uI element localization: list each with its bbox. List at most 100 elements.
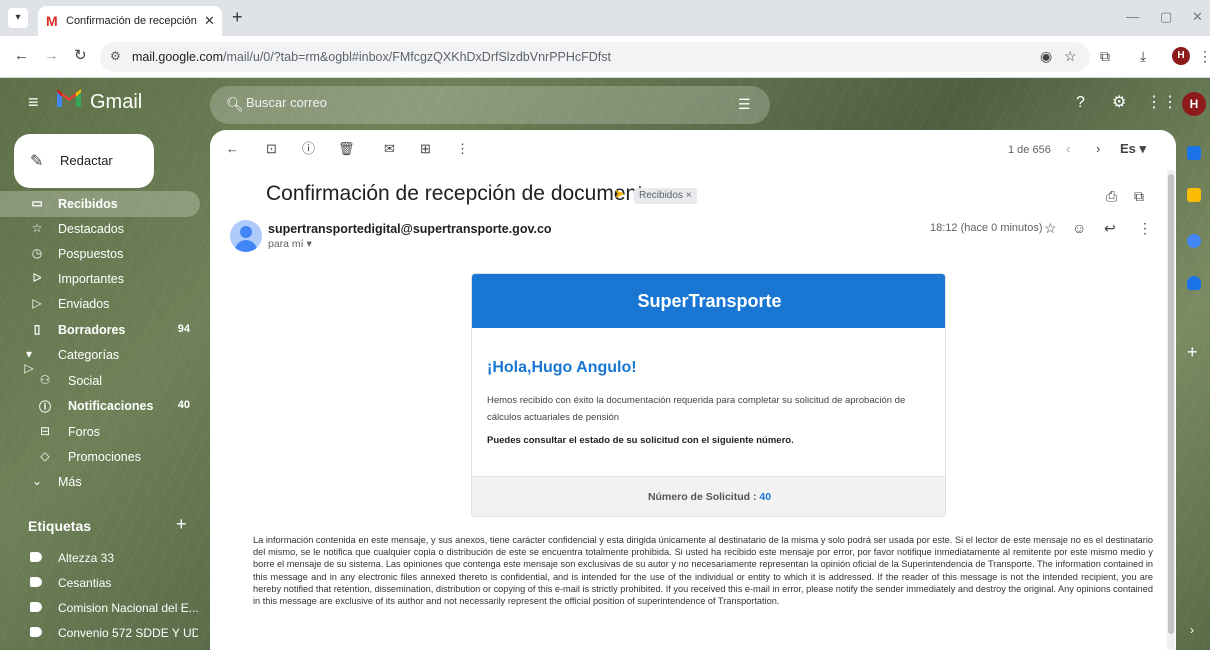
request-label: Número de Solicitud : xyxy=(647,491,757,503)
contacts-icon[interactable] xyxy=(1187,276,1201,290)
sender-avatar xyxy=(230,220,262,252)
more-options-icon[interactable]: ⋮ xyxy=(456,142,469,156)
sidebar-item-important[interactable]: ᐅ Importantes xyxy=(0,266,200,292)
label-tag-icon xyxy=(30,552,42,562)
restore-icon[interactable]: ▢ xyxy=(1160,9,1172,25)
sidebar-item-forums[interactable]: ⊟ Foros xyxy=(0,419,200,445)
search-bar[interactable]: 🔍︎ ☰ xyxy=(210,86,770,124)
gmail-wordmark: Gmail xyxy=(90,91,143,113)
label-tag-icon xyxy=(30,627,42,637)
show-side-panel-icon[interactable]: › xyxy=(1190,623,1194,637)
add-label-button[interactable]: + xyxy=(176,514,187,535)
browser-menu-icon[interactable]: ⋮ xyxy=(1198,48,1210,64)
email-subject: Confirmación de recepción de documentos xyxy=(266,182,666,205)
search-options-icon[interactable]: ☰ xyxy=(738,96,751,113)
legal-disclaimer: La información contenida en este mensaje… xyxy=(253,535,1153,607)
clock-icon: ◷ xyxy=(31,246,43,260)
compose-button[interactable]: ✎ Redactar xyxy=(14,134,154,188)
card-body-text: Hemos recibido con éxito la documentació… xyxy=(487,395,906,423)
star-message-icon[interactable]: ☆ xyxy=(1044,220,1057,237)
browser-profile-avatar[interactable]: H xyxy=(1172,47,1190,65)
sidebar-item-categories[interactable]: ▾ ▷ Categorías xyxy=(0,342,200,375)
new-tab-button[interactable]: + xyxy=(232,8,243,26)
search-input[interactable] xyxy=(246,95,726,110)
sidebar-item-social[interactable]: ⚇ Social xyxy=(0,368,200,394)
sidebar-item-notifications[interactable]: ⓘ Notificaciones 40 xyxy=(0,393,200,419)
minimize-icon[interactable]: — xyxy=(1126,9,1139,24)
sidebar-item-more[interactable]: ⌄ Más xyxy=(0,469,200,495)
tab-search-dropdown[interactable]: ▾ xyxy=(8,8,28,28)
report-spam-icon[interactable]: ⓘ xyxy=(302,142,315,156)
inbox-label-chip[interactable]: Recibidos × xyxy=(634,188,697,204)
mark-unread-icon[interactable]: ✉ xyxy=(384,142,395,156)
eye-icon[interactable]: ◉ xyxy=(1040,48,1052,64)
important-marker-icon[interactable]: ➤ xyxy=(614,186,625,202)
pencil-icon: ✎ xyxy=(30,153,44,170)
apps-grid-icon[interactable]: ⋮⋮ xyxy=(1146,94,1178,112)
browser-tab[interactable]: M Confirmación de recepción de ✕ xyxy=(38,6,222,36)
sidebar-item-drafts[interactable]: ▯ Borradores 94 xyxy=(0,317,200,343)
label-item[interactable]: Convenio 572 SDDE Y UD xyxy=(0,621,205,645)
scrollbar-thumb[interactable] xyxy=(1168,174,1174,634)
calendar-icon[interactable] xyxy=(1187,146,1201,160)
tab-close-icon[interactable]: ✕ xyxy=(204,13,215,29)
gmail-logo-icon xyxy=(57,89,81,107)
gmail-favicon-icon: M xyxy=(46,13,58,29)
help-icon[interactable]: ? xyxy=(1076,94,1085,112)
email-card: SuperTransporte ¡Hola,Hugo Angulo! Hemos… xyxy=(471,273,946,517)
keep-icon[interactable] xyxy=(1187,188,1201,202)
newer-icon[interactable]: ‹ xyxy=(1066,142,1070,156)
message-panel: ← ⊡ ⓘ 🗑︎ ✉ ⊞ ⋮ 1 de 656 ‹ › Es ▾ Confirm… xyxy=(210,130,1176,650)
extensions-icon[interactable]: ⧉ xyxy=(1100,48,1110,64)
main-menu-icon[interactable]: ≡ xyxy=(28,92,39,113)
side-panel: + › xyxy=(1176,78,1210,650)
tab-title: Confirmación de recepción de xyxy=(66,15,198,27)
sender-email[interactable]: supertransportedigital@supertransporte.g… xyxy=(268,222,552,236)
sidebar-item-sent[interactable]: ▷ Enviados xyxy=(0,291,200,317)
card-header-brand: SuperTransporte xyxy=(472,274,945,328)
reply-icon[interactable]: ↩ xyxy=(1104,220,1116,237)
delete-icon[interactable]: 🗑︎ xyxy=(338,142,355,156)
request-number: 40 xyxy=(759,491,772,503)
bookmark-star-icon[interactable]: ☆ xyxy=(1064,48,1077,64)
inbox-icon: ▭ xyxy=(31,196,43,210)
close-window-icon[interactable]: ✕ xyxy=(1192,9,1203,25)
label-item[interactable]: Comision Nacional del E... xyxy=(0,596,205,620)
search-icon[interactable]: 🔍︎ xyxy=(226,96,244,113)
download-icon[interactable]: ⤓ xyxy=(1140,48,1146,64)
pagination-text: 1 de 656 xyxy=(1008,144,1051,156)
sidebar-item-promotions[interactable]: ◇ Promociones xyxy=(0,444,200,470)
back-icon[interactable]: ← xyxy=(14,47,29,65)
drafts-count: 94 xyxy=(177,323,190,335)
label-item[interactable]: Cesantias xyxy=(0,571,205,595)
get-addons-icon[interactable]: + xyxy=(1187,342,1198,363)
site-info-icon[interactable]: ⚙ xyxy=(110,49,121,63)
forward-icon[interactable]: → xyxy=(44,47,59,65)
settings-gear-icon[interactable]: ⚙ xyxy=(1112,94,1126,112)
move-to-icon[interactable]: ⊞ xyxy=(420,142,431,156)
browser-tab-bar: ▾ M Confirmación de recepción de ✕ + — ▢… xyxy=(0,0,1210,36)
label-tag-icon xyxy=(30,577,42,587)
language-selector[interactable]: Es ▾ xyxy=(1120,142,1146,156)
message-more-icon[interactable]: ⋮ xyxy=(1138,220,1152,237)
sidebar-item-inbox[interactable]: ▭ Recibidos xyxy=(0,191,200,217)
request-number-footer: Número de Solicitud : 40 xyxy=(472,476,945,516)
reload-icon[interactable]: ↻ xyxy=(74,47,87,65)
important-icon: ᐅ xyxy=(32,271,42,285)
sidebar-item-snoozed[interactable]: ◷ Pospuestos xyxy=(0,241,200,267)
sidebar-item-starred[interactable]: ☆ Destacados xyxy=(0,216,200,242)
labels-heading: Etiquetas xyxy=(28,518,92,534)
tasks-icon[interactable] xyxy=(1187,234,1201,248)
emoji-reaction-icon[interactable]: ☺ xyxy=(1072,220,1086,236)
older-icon[interactable]: › xyxy=(1096,142,1100,156)
info-icon: ⓘ xyxy=(38,400,51,414)
label-item[interactable]: Altezza 33 xyxy=(0,546,205,570)
archive-icon[interactable]: ⊡ xyxy=(266,142,277,156)
recipient-dropdown[interactable]: para mí ▾ xyxy=(268,238,312,250)
url-field[interactable]: ⚙ mail.google.com/mail/u/0/?tab=rm&ogbl#… xyxy=(100,42,1090,72)
open-new-window-icon[interactable]: ⧉ xyxy=(1134,188,1144,205)
url-text[interactable]: mail.google.com/mail/u/0/?tab=rm&ogbl#in… xyxy=(132,50,611,64)
back-to-inbox-icon[interactable]: ← xyxy=(226,142,239,156)
tag-icon: ◇ xyxy=(40,449,50,463)
print-icon[interactable]: ⎙ xyxy=(1106,188,1117,205)
